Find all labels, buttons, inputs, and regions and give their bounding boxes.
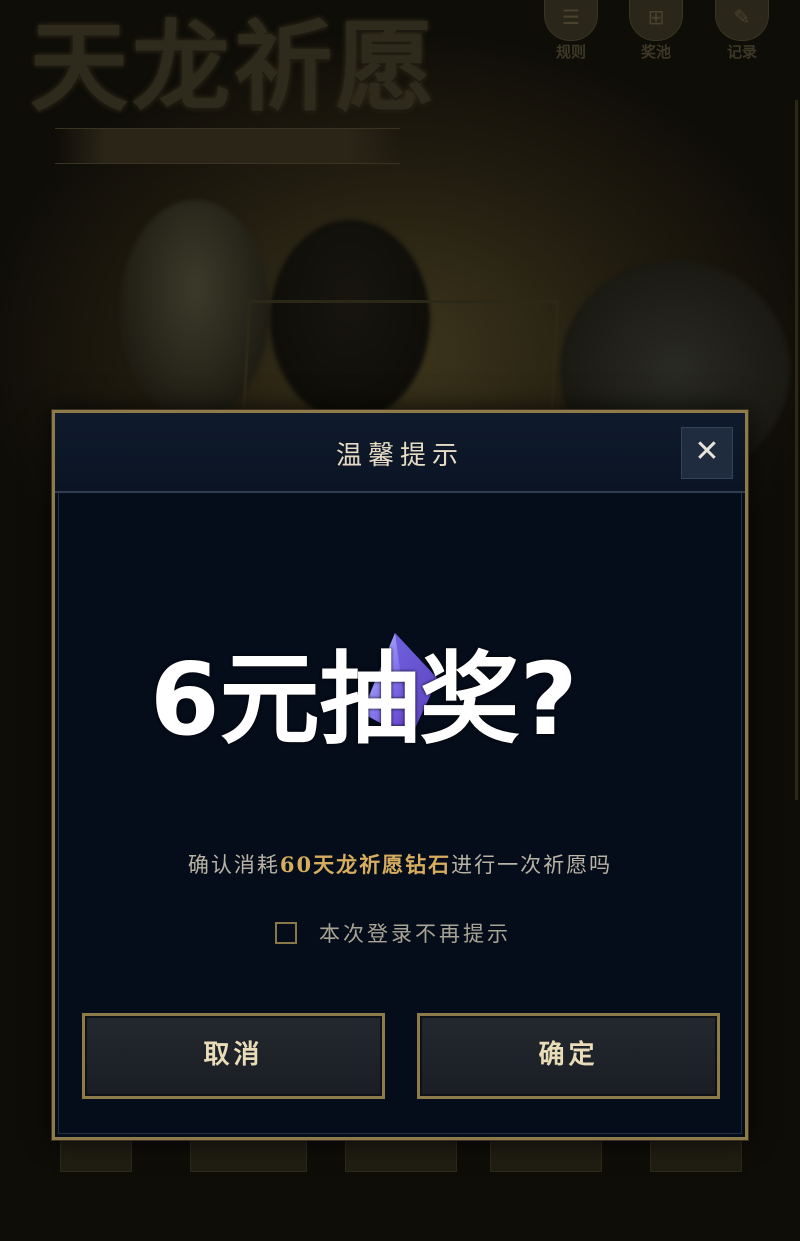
bottom-tab-2[interactable] (190, 1138, 307, 1172)
confirm-suffix: 进行一次祈愿吗 (451, 853, 613, 877)
page-title: 天龙祈愿 (30, 10, 439, 125)
dont-remind-checkbox-row[interactable]: 本次登录不再提示 (275, 918, 511, 948)
close-button[interactable]: ✕ (681, 427, 733, 479)
app-screen: 天龙祈愿 ☰ 规则 ⊞ 奖池 ✎ 记录 温馨提示 ✕ 6元抽奖? 确认消耗60天… (0, 0, 800, 1241)
bottom-tab-4[interactable] (490, 1138, 602, 1172)
dont-remind-checkbox[interactable] (275, 922, 297, 944)
dont-remind-label: 本次登录不再提示 (319, 922, 511, 946)
reward-pool-button[interactable]: ⊞ 奖池 (628, 0, 684, 61)
bottom-tab-3[interactable] (345, 1138, 457, 1172)
confirm-cost: 60天龙祈愿钻石 (279, 852, 452, 877)
rules-label: 规则 (555, 43, 586, 61)
confirm-prefix: 确认消耗 (187, 853, 280, 877)
confirm-dialog: 温馨提示 ✕ 6元抽奖? 确认消耗60天龙祈愿钻石进行一次祈愿吗 本次登录不再提… (52, 410, 748, 1140)
scrollbar[interactable] (795, 100, 798, 800)
record-button[interactable]: ✎ 记录 (714, 0, 770, 61)
reward-pool-label: 奖池 (640, 43, 671, 61)
dialog-header: 温馨提示 ✕ (55, 413, 745, 493)
record-icon: ✎ (715, 0, 769, 41)
bottom-tab-1[interactable] (60, 1138, 132, 1172)
rules-button[interactable]: ☰ 规则 (543, 0, 599, 61)
record-label: 记录 (726, 43, 757, 61)
hero-frame (241, 300, 560, 423)
bottom-tab-5[interactable] (650, 1138, 742, 1172)
close-icon: ✕ (694, 434, 720, 469)
overlay-caption: 6元抽奖? (150, 641, 578, 758)
reward-icon: ⊞ (629, 0, 683, 41)
dialog-title: 温馨提示 (335, 441, 464, 471)
rules-icon: ☰ (544, 0, 598, 41)
confirm-message: 确认消耗60天龙祈愿钻石进行一次祈愿吗 (55, 849, 745, 879)
page-subtitle-bar (55, 128, 400, 164)
cancel-button[interactable]: 取消 (82, 1013, 385, 1099)
confirm-button[interactable]: 确定 (417, 1013, 720, 1099)
